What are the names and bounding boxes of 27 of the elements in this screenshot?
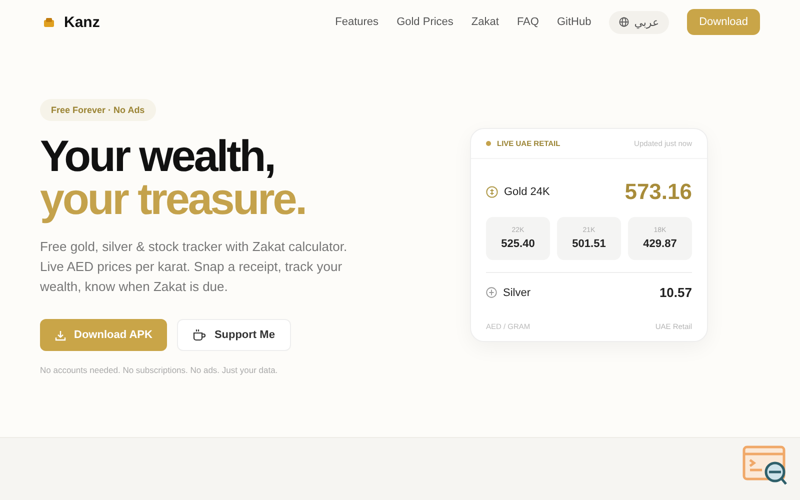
live-dot <box>486 141 491 146</box>
karat-price: 525.40 <box>501 238 535 250</box>
globe-icon <box>619 17 630 27</box>
nav-link[interactable]: Zakat <box>471 16 499 28</box>
language-button[interactable]: عربي <box>609 10 670 34</box>
karat-price: 501.51 <box>572 238 606 250</box>
nav-link[interactable]: Features <box>335 16 379 28</box>
brand-name: Kanz <box>64 14 100 30</box>
karat-price: 429.87 <box>643 238 677 250</box>
logo-icon <box>44 18 54 26</box>
metal-price: 10.57 <box>659 285 692 300</box>
main-price: 573.16 <box>624 179 692 205</box>
metal-name: Gold 24K <box>504 186 550 198</box>
coin-icon <box>486 287 497 298</box>
cup-icon <box>193 329 206 341</box>
headline: your treasure. <box>40 178 306 221</box>
download-icon <box>55 330 66 340</box>
nav-link[interactable]: FAQ <box>516 16 539 28</box>
coin-icon <box>486 186 498 198</box>
support-button[interactable]: Support Me <box>177 319 291 351</box>
footnote: No accounts needed. No subscriptions. No ads. Just your data. <box>40 365 279 375</box>
metal-name: Silver <box>503 286 531 298</box>
nav-link[interactable]: GitHub <box>556 16 592 28</box>
nav-link[interactable]: Gold Prices <box>396 16 454 28</box>
promo-badge: Free Forever · No Ads <box>40 99 156 121</box>
headline: Your wealth, <box>40 135 276 178</box>
description: Free gold, silver & stock tracker with Zakat calculator. Live AED prices per karat. Snap a receipt, track your wealth, know when Zakat is due. <box>40 238 348 296</box>
